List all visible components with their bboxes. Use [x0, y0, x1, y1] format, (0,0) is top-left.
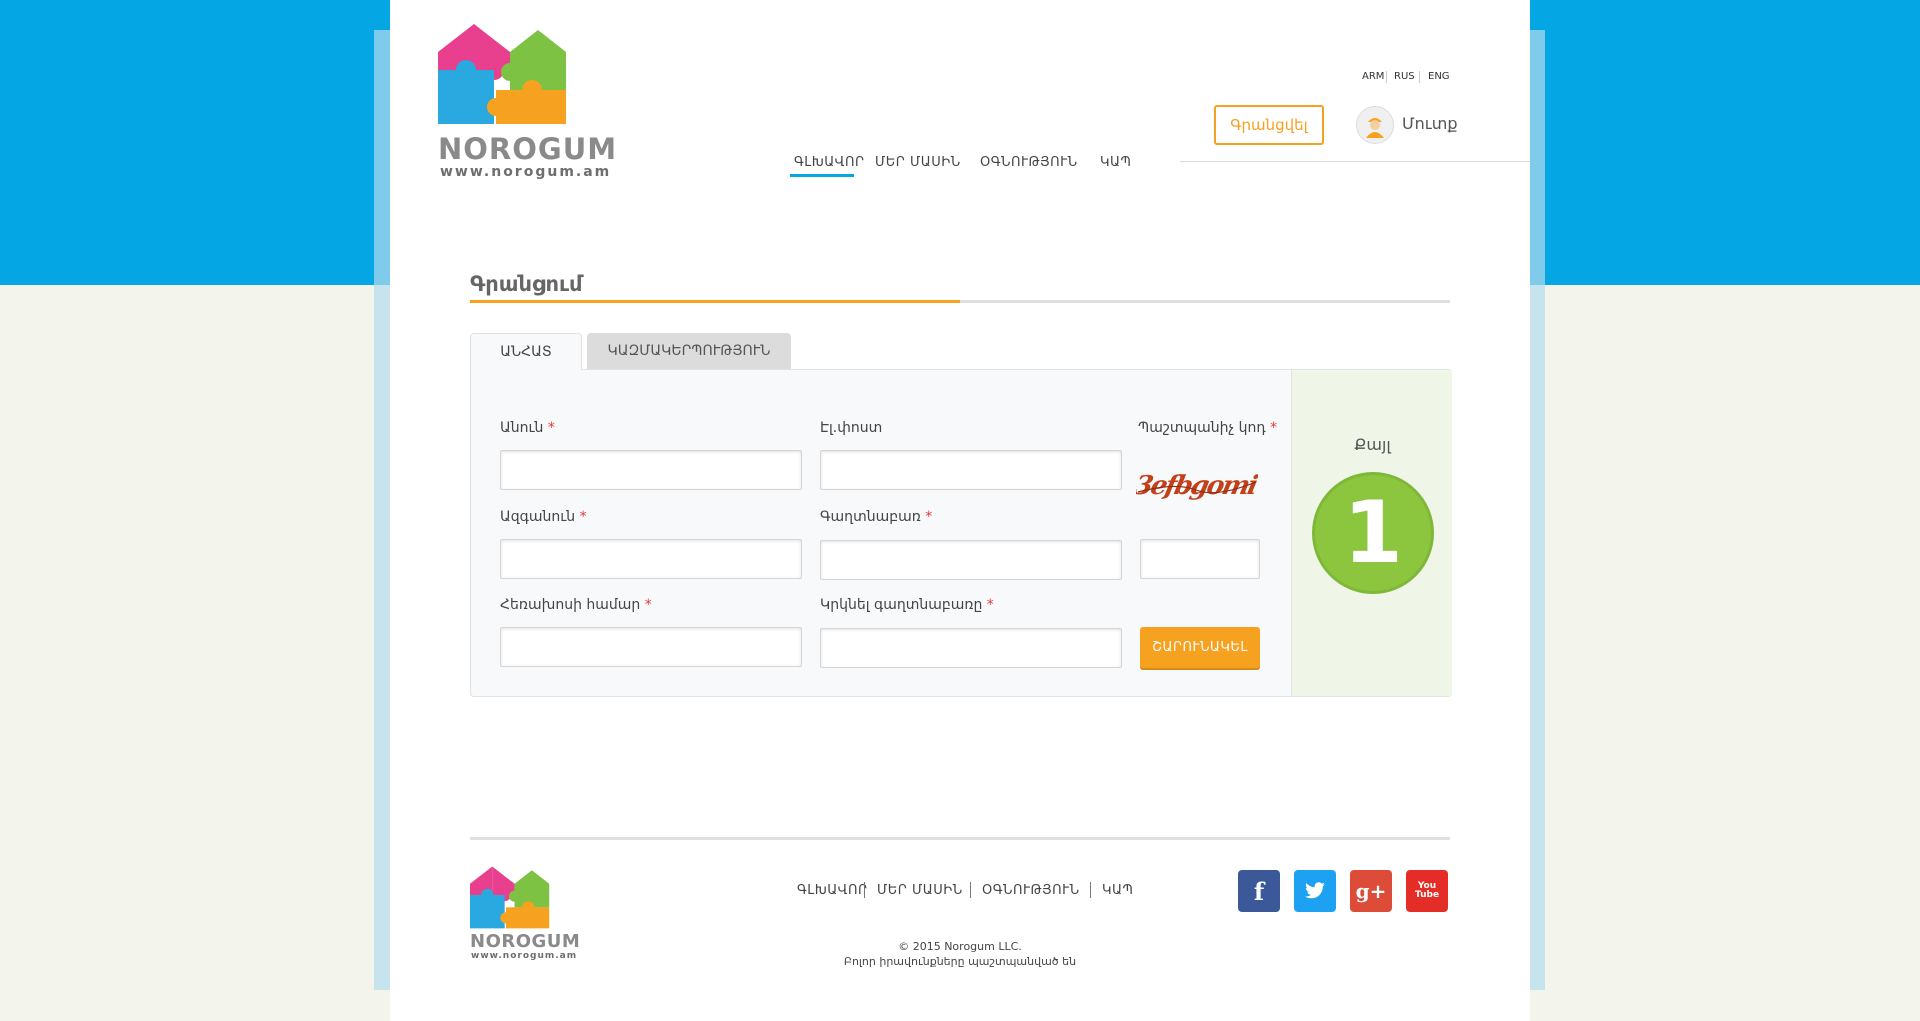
- twitter-bird-icon: [1305, 882, 1325, 899]
- page-shadow-right: [1529, 30, 1545, 990]
- register-button[interactable]: Գրանցվել: [1214, 105, 1324, 145]
- nav-help[interactable]: ՕԳՆՈՒԹՅՈՒՆ: [980, 155, 1078, 170]
- phone-field[interactable]: [500, 627, 802, 667]
- tab-organization[interactable]: ԿԱԶՄԱԿԵՐՊՈՒԹՅՈՒՆ: [587, 333, 791, 369]
- lang-separator: [1419, 71, 1420, 83]
- login-link[interactable]: Մուտք: [1402, 114, 1458, 133]
- email-label: Էլ.փոստ: [820, 420, 883, 436]
- rights-text: Բոլոր իրավունքները պաշտպանված են: [843, 955, 1077, 968]
- lang-separator: [1386, 71, 1387, 83]
- lang-rus[interactable]: RUS: [1394, 71, 1415, 82]
- captcha-label: Պաշտպանիչ կոդ *: [1138, 420, 1278, 436]
- title-divider-accent: [470, 300, 960, 303]
- email-field[interactable]: [820, 450, 1122, 490]
- nav-active-indicator: [790, 174, 854, 177]
- footer-nav-help[interactable]: ՕԳՆՈՒԹՅՈՒՆ: [982, 883, 1080, 898]
- password-repeat-field[interactable]: [820, 628, 1122, 668]
- google-plus-icon[interactable]: g+: [1350, 870, 1392, 912]
- tab-individual[interactable]: ԱՆՀԱՏ: [470, 333, 582, 370]
- password-label: Գաղտնաբառ *: [820, 509, 933, 525]
- step-indicator: Քայլ 1: [1291, 370, 1452, 696]
- youtube-icon[interactable]: You Tube: [1406, 870, 1448, 912]
- phone-label: Հեռախոսի համար *: [500, 597, 652, 613]
- nav-about[interactable]: ՄԵՐ ՄԱՍԻՆ: [875, 155, 961, 170]
- footer-nav-about[interactable]: ՄԵՐ ՄԱՍԻՆ: [877, 883, 963, 898]
- svg-text:3efbgomi: 3efbgomi: [1136, 470, 1258, 501]
- footer-logo-wordmark: NOROGUM: [470, 931, 581, 952]
- name-label: Անուն *: [500, 420, 555, 436]
- surname-field[interactable]: [500, 539, 802, 579]
- footer-logo-url: www.norogum.am: [471, 951, 578, 961]
- footer-nav-home[interactable]: ԳԼԽԱՎՈՐ: [797, 883, 868, 898]
- footer-nav-separator: [970, 882, 971, 898]
- worker-icon: [1366, 118, 1384, 138]
- registration-form: Անուն * Ազգանուն * Հեռախոսի համար * Էլ.փ…: [470, 369, 1452, 697]
- lang-eng[interactable]: ENG: [1428, 71, 1450, 82]
- lang-arm[interactable]: ARM: [1362, 71, 1384, 82]
- password-field[interactable]: [820, 540, 1122, 580]
- page-shadow-left: [374, 30, 390, 990]
- name-field[interactable]: [500, 450, 802, 490]
- nav-contact[interactable]: ԿԱՊ: [1100, 155, 1131, 170]
- logo-wordmark: NOROGUM: [438, 132, 618, 166]
- step-number-badge: 1: [1312, 472, 1434, 594]
- facebook-icon[interactable]: f: [1238, 870, 1280, 912]
- page-container: NOROGUM www.norogum.am ARM RUS ENG Գրանց…: [390, 0, 1530, 1021]
- surname-label: Ազգանուն *: [500, 509, 587, 525]
- logo-url: www.norogum.am: [440, 164, 612, 180]
- footer-nav-contact[interactable]: ԿԱՊ: [1102, 883, 1133, 898]
- step-label: Քայլ: [1354, 435, 1391, 454]
- nav-home[interactable]: ԳԼԽԱՎՈՐ: [794, 155, 865, 170]
- user-avatar-icon[interactable]: [1356, 106, 1394, 144]
- captcha-image: 3efbgomi: [1136, 470, 1258, 501]
- captcha-field[interactable]: [1140, 539, 1260, 579]
- copyright-text: © 2015 Norogum LLC.: [898, 940, 1022, 953]
- footer-nav-separator: [1090, 882, 1091, 898]
- page-title: Գրանցում: [470, 272, 583, 296]
- password-repeat-label: Կրկնել գաղտնաբառը *: [820, 597, 994, 613]
- footer-divider: [470, 837, 1450, 840]
- twitter-icon[interactable]: [1294, 870, 1336, 912]
- header-divider: [1180, 161, 1530, 162]
- footer-nav-separator: [864, 882, 865, 898]
- continue-button[interactable]: ՇԱՐՈՒՆԱԿԵԼ: [1140, 627, 1260, 668]
